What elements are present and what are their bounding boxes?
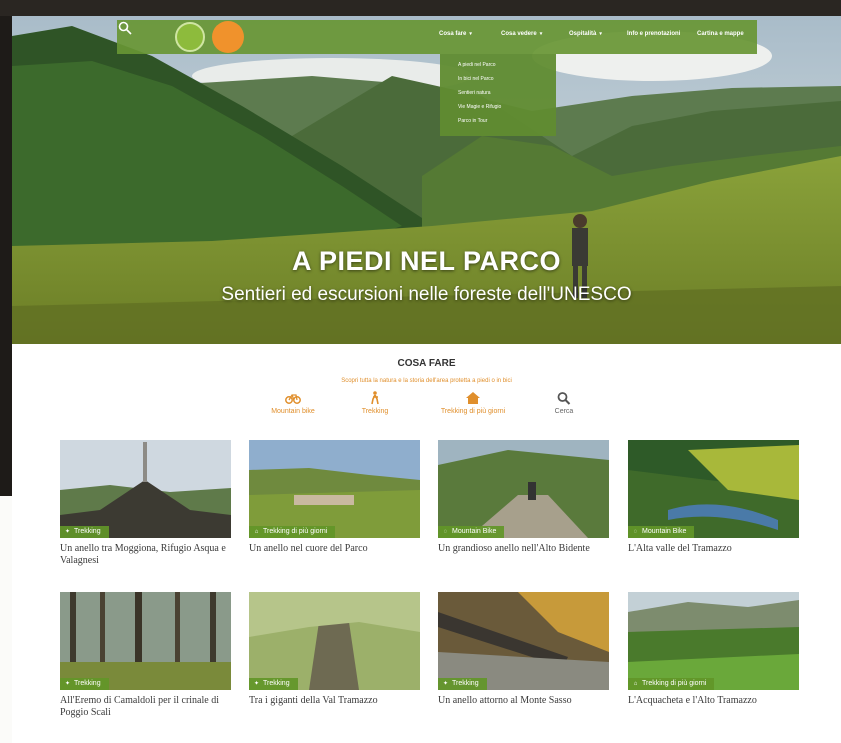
hero-title: A PIEDI NEL PARCO bbox=[291, 246, 562, 276]
category-badge: ✦ Trekking bbox=[438, 678, 487, 690]
nav-item-cosa-fare[interactable]: Cosa fare ▾ bbox=[439, 31, 472, 37]
filter-trekking[interactable]: Trekking bbox=[351, 391, 399, 415]
hiker-icon: ✦ bbox=[64, 681, 71, 687]
hiker-icon: ✦ bbox=[64, 529, 71, 535]
dropdown-item[interactable]: A piedi nel Parco bbox=[458, 62, 496, 68]
hiker-icon bbox=[371, 391, 379, 405]
category-badge: ✦ Trekking bbox=[249, 678, 298, 690]
route-photo: ◌ Mountain Bike bbox=[628, 440, 799, 538]
park-logo[interactable] bbox=[175, 22, 205, 52]
route-photo: ✦ Trekking bbox=[249, 592, 420, 690]
house-icon: ⌂ bbox=[633, 681, 638, 687]
house-icon: ⌂ bbox=[254, 529, 259, 535]
section-description: Scopri tutta la natura e la storia dell'… bbox=[341, 378, 512, 384]
chevron-down-icon: ▾ bbox=[469, 31, 472, 37]
dropdown-item[interactable]: Vie Magie e Rifugio bbox=[458, 104, 501, 110]
category-badge: ◌ Mountain Bike bbox=[438, 526, 505, 538]
nav-item-ospitalita[interactable]: Ospitalità ▾ bbox=[569, 31, 602, 37]
partner-logo[interactable] bbox=[212, 21, 244, 53]
route-photo: ⌂ Trekking di più giorni bbox=[628, 592, 799, 690]
dropdown-item[interactable]: Parco in Tour bbox=[458, 118, 487, 124]
screen-bezel-left bbox=[0, 16, 12, 496]
filter-search[interactable]: Cerca bbox=[549, 391, 579, 415]
hiker-icon: ✦ bbox=[253, 681, 260, 687]
section-title: COSA FARE bbox=[397, 358, 456, 369]
route-title: Un anello attorno al Monte Sasso bbox=[438, 695, 572, 706]
route-card[interactable]: ✦ Trekking Un anello attorno al Monte Sas… bbox=[438, 592, 609, 707]
dropdown-item[interactable]: In bici nel Parco bbox=[458, 76, 494, 82]
route-photo: ◌ Mountain Bike bbox=[438, 440, 609, 538]
hero-banner: A PIEDI NEL PARCO Sentieri ed escursioni… bbox=[12, 16, 841, 344]
route-photo: ⌂ Trekking di più giorni bbox=[249, 440, 420, 538]
route-title: Un anello nel cuore del Parco bbox=[249, 543, 368, 554]
route-title: Tra i giganti della Val Tramazzo bbox=[249, 695, 378, 706]
page-margin bbox=[0, 496, 12, 743]
route-card[interactable]: ✦ Trekking Un anello tra Moggiona, Rifugi… bbox=[60, 440, 231, 567]
route-photo: ✦ Trekking bbox=[438, 592, 609, 690]
route-card[interactable]: ✦ Trekking All'Eremo di Camaldoli per il … bbox=[60, 592, 231, 719]
route-card[interactable]: ✦ Trekking Tra i giganti della Val Tramaz… bbox=[249, 592, 420, 707]
route-card[interactable]: ◌ Mountain Bike Un grandioso anello nell'… bbox=[438, 440, 609, 555]
search-icon bbox=[557, 392, 571, 405]
dropdown-item[interactable]: Sentieri natura bbox=[458, 90, 491, 96]
nav-dropdown-menu: A piedi nel Parco In bici nel Parco Sent… bbox=[440, 54, 556, 136]
house-icon bbox=[466, 392, 480, 404]
nav-item-info[interactable]: Info e prenotazioni bbox=[627, 31, 680, 37]
route-title: L'Alta valle del Tramazzo bbox=[628, 543, 732, 554]
main-navbar: Cosa fare ▾ Cosa vedere ▾ Ospitalità ▾ Info… bbox=[117, 20, 757, 54]
route-photo: ✦ Trekking bbox=[60, 592, 231, 690]
category-badge: ◌ Mountain Bike bbox=[628, 526, 695, 538]
category-badge: ⌂ Trekking di più giorni bbox=[628, 678, 715, 690]
route-title: L'Acquacheta e l'Alto Tramazzo bbox=[628, 695, 757, 706]
nav-item-cosa-vedere[interactable]: Cosa vedere ▾ bbox=[501, 31, 542, 37]
route-title: All'Eremo di Camaldoli per il crinale di… bbox=[60, 695, 219, 718]
category-badge: ✦ Trekking bbox=[60, 678, 109, 690]
filter-mountain-bike[interactable]: Mountain bike bbox=[258, 391, 328, 415]
category-badge: ⌂ Trekking di più giorni bbox=[249, 526, 336, 538]
bike-icon bbox=[285, 394, 301, 404]
hero-subtitle: Sentieri ed escursioni nelle foreste del… bbox=[221, 284, 632, 305]
category-badge: ✦ Trekking bbox=[60, 526, 109, 538]
hiker-icon: ✦ bbox=[442, 681, 449, 687]
nav-item-cartina[interactable]: Cartina e mappe bbox=[697, 31, 744, 37]
route-title: Un grandioso anello nell'Alto Bidente bbox=[438, 543, 590, 554]
filter-trekking-multiday[interactable]: Trekking di più giorni bbox=[424, 391, 522, 415]
route-card[interactable]: ◌ Mountain Bike L'Alta valle del Tramazzo bbox=[628, 440, 799, 555]
bike-icon: ◌ bbox=[633, 529, 638, 535]
bike-icon: ◌ bbox=[443, 529, 448, 535]
route-photo: ✦ Trekking bbox=[60, 440, 231, 538]
search-icon[interactable] bbox=[117, 20, 133, 36]
web-page: A PIEDI NEL PARCO Sentieri ed escursioni… bbox=[12, 16, 841, 743]
chevron-down-icon: ▾ bbox=[539, 31, 543, 37]
chevron-down-icon: ▾ bbox=[599, 31, 602, 37]
route-card[interactable]: ⌂ Trekking di più giorni Un anello nel cu… bbox=[249, 440, 420, 555]
route-title: Un anello tra Moggiona, Rifugio Asqua e … bbox=[60, 543, 226, 566]
screen-bezel-top bbox=[0, 0, 841, 16]
route-card[interactable]: ⌂ Trekking di più giorni L'Acquacheta e l… bbox=[628, 592, 799, 707]
